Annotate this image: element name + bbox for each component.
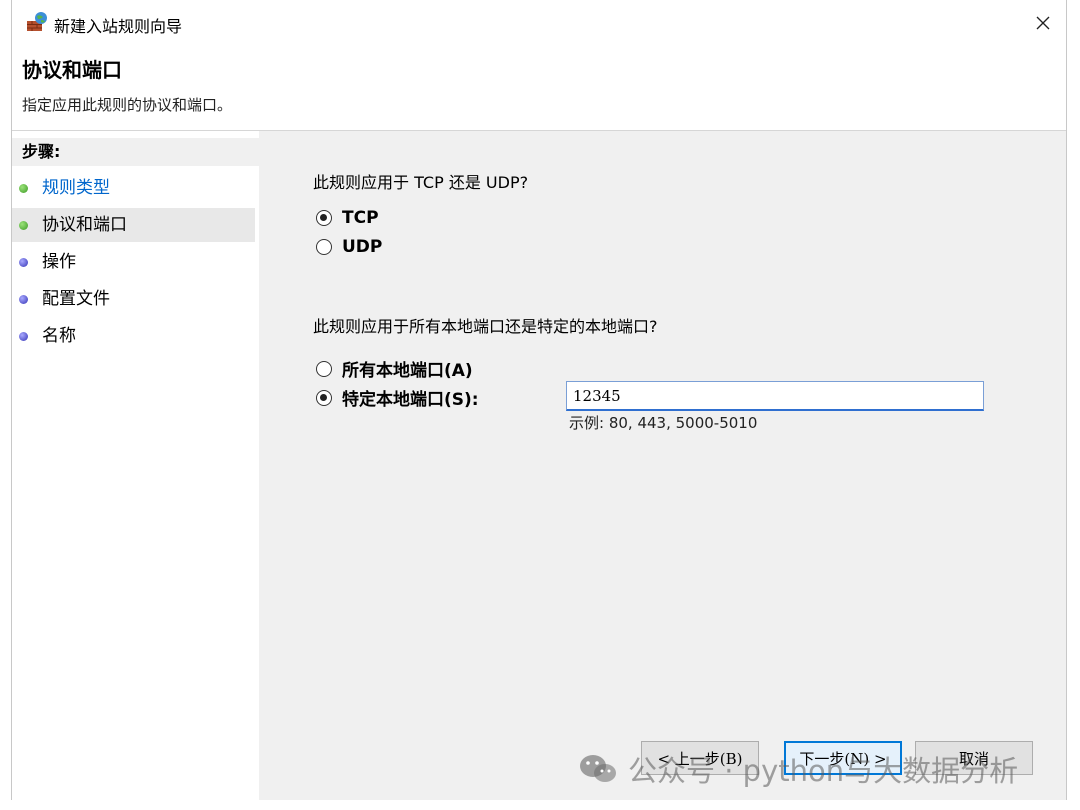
steps-heading: 步骤: [12, 138, 259, 166]
radio-unchecked-icon [316, 239, 332, 255]
radio-specific-ports-label: 特定本地端口(S): [342, 390, 479, 410]
ports-question: 此规则应用于所有本地端口还是特定的本地端口? [313, 317, 658, 336]
firewall-icon [27, 12, 47, 31]
radio-udp[interactable]: UDP [316, 237, 382, 257]
next-button[interactable]: 下一步(N) > [784, 741, 902, 775]
close-button[interactable] [1020, 0, 1066, 46]
sidebar-step-action[interactable]: 操作 [12, 245, 255, 279]
step-done-icon [19, 184, 28, 193]
page-header: 协议和端口 指定应用此规则的协议和端口。 [12, 46, 1066, 131]
radio-tcp[interactable]: TCP [316, 208, 379, 228]
radio-all-ports-label: 所有本地端口(A) [342, 361, 473, 381]
port-example-hint: 示例: 80, 443, 5000-5010 [569, 414, 758, 432]
sidebar-step-label: 名称 [42, 326, 76, 346]
close-icon [1036, 16, 1050, 30]
radio-all-ports[interactable]: 所有本地端口(A) [316, 356, 473, 381]
sidebar-step-label: 规则类型 [42, 178, 110, 198]
sidebar-step-rule-type[interactable]: 规则类型 [12, 171, 255, 205]
sidebar-step-label: 配置文件 [42, 289, 110, 309]
sidebar-step-profile[interactable]: 配置文件 [12, 282, 255, 316]
step-pending-icon [19, 258, 28, 267]
sidebar-step-name[interactable]: 名称 [12, 319, 255, 353]
radio-udp-label: UDP [342, 237, 383, 257]
back-button[interactable]: < 上一步(B) [641, 741, 759, 775]
port-input[interactable] [566, 381, 984, 411]
page-title: 协议和端口 [22, 58, 122, 82]
radio-specific-ports[interactable]: 特定本地端口(S): [316, 385, 479, 410]
sidebar-step-protocol-port[interactable]: 协议和端口 [12, 208, 255, 242]
window-title: 新建入站规则向导 [54, 17, 183, 36]
radio-checked-icon [316, 210, 332, 226]
step-pending-icon [19, 295, 28, 304]
sidebar-step-label: 操作 [42, 252, 76, 272]
radio-checked-icon [316, 389, 332, 406]
step-pending-icon [19, 332, 28, 341]
content-panel: 此规则应用于 TCP 还是 UDP? TCP UDP 此规则应用于所有本地端口还… [261, 131, 1066, 800]
steps-sidebar: 步骤: 规则类型 协议和端口 操作 配置文件 名称 [12, 131, 259, 800]
step-done-icon [19, 221, 28, 230]
page-subtitle: 指定应用此规则的协议和端口。 [22, 96, 233, 114]
sidebar-step-label: 协议和端口 [42, 215, 127, 235]
radio-tcp-label: TCP [342, 208, 379, 228]
protocol-question: 此规则应用于 TCP 还是 UDP? [313, 173, 529, 192]
cancel-button[interactable]: 取消 [915, 741, 1033, 775]
title-bar: 新建入站规则向导 [12, 0, 1066, 46]
radio-unchecked-icon [316, 360, 332, 377]
wizard-window: 新建入站规则向导 协议和端口 指定应用此规则的协议和端口。 步骤: 规则类型 协… [11, 0, 1067, 800]
